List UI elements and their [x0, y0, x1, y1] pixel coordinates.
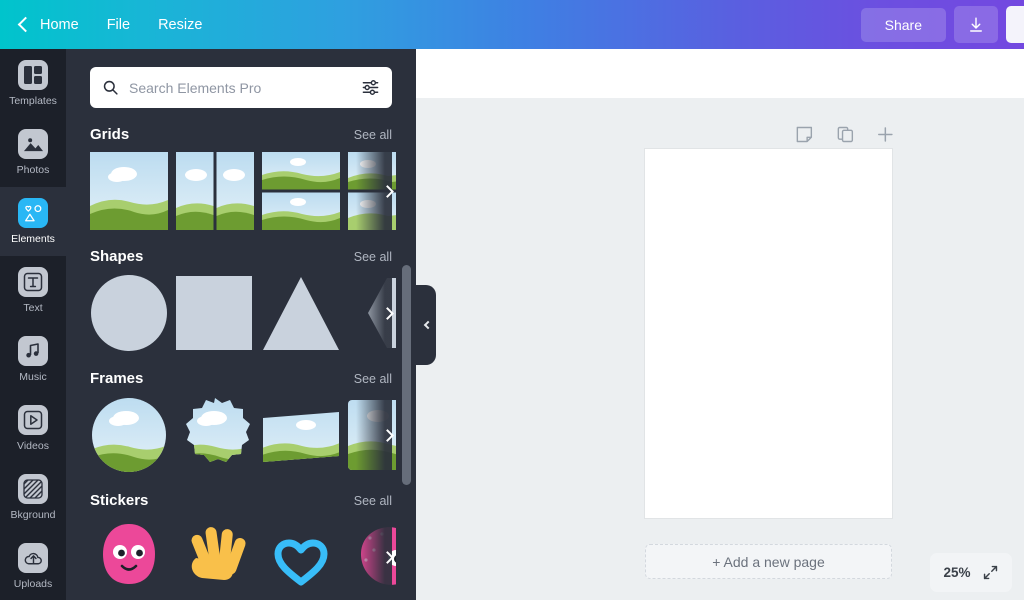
chevron-right-icon — [380, 184, 394, 198]
download-icon — [970, 17, 982, 32]
note-page-icon[interactable] — [795, 125, 814, 144]
sidebar-item-templates[interactable]: Templates — [0, 49, 66, 118]
uploads-icon — [18, 543, 48, 573]
download-button[interactable] — [954, 6, 998, 43]
share-button[interactable]: Share — [860, 7, 946, 42]
sidebar-label-text: Text — [23, 302, 43, 314]
shape-triangle[interactable] — [262, 274, 340, 352]
frames-row — [90, 396, 396, 474]
section-header-stickers: Stickers See all — [90, 492, 392, 509]
elements-icon — [18, 198, 48, 228]
sidebar-item-music[interactable]: Music — [0, 325, 66, 394]
chevron-right-icon — [380, 550, 394, 564]
sticker-heart[interactable] — [262, 518, 340, 596]
stickers-next-button[interactable] — [376, 546, 398, 568]
sidebar-item-uploads[interactable]: Uploads — [0, 532, 66, 600]
section-title-grids: Grids — [90, 126, 130, 143]
templates-icon — [18, 60, 48, 90]
sidebar-label-background: Bkground — [10, 509, 56, 521]
expand-arrows-icon[interactable] — [982, 564, 999, 581]
chevron-right-icon — [380, 428, 394, 442]
sidebar-item-background[interactable]: Bkground — [0, 463, 66, 532]
duplicate-page-icon[interactable] — [836, 125, 855, 144]
section-title-shapes: Shapes — [90, 248, 144, 265]
panel-collapse-handle[interactable] — [416, 285, 436, 365]
photos-icon — [18, 129, 48, 159]
header-right-actions: Share — [860, 6, 1024, 43]
app-header: Home File Resize Share — [0, 0, 1024, 49]
stickers-row — [90, 518, 396, 596]
chevron-right-icon — [380, 306, 394, 320]
section-frames: Frames See all — [66, 370, 416, 474]
sticker-blob[interactable] — [90, 518, 168, 596]
section-title-frames: Frames — [90, 370, 144, 387]
filter-sliders-icon[interactable] — [361, 78, 380, 97]
sidebar-label-uploads: Uploads — [13, 578, 53, 590]
videos-icon — [18, 405, 48, 435]
search-input[interactable]: Search Elements Pro — [90, 67, 392, 108]
add-new-page-label: + Add a new page — [712, 553, 825, 570]
see-all-shapes[interactable]: See all — [354, 250, 392, 264]
menu-file[interactable]: File — [93, 11, 144, 39]
frames-next-button[interactable] — [376, 424, 398, 446]
chevron-left-icon — [17, 16, 34, 33]
frame-circle[interactable] — [90, 396, 168, 474]
search-icon — [103, 80, 118, 95]
grid-item[interactable] — [176, 152, 254, 230]
section-grids: Grids See all — [66, 126, 416, 230]
sidebar-label-music: Music — [19, 371, 47, 383]
sidebar-item-elements[interactable]: Elements — [0, 187, 66, 256]
sticker-hand[interactable] — [176, 518, 254, 596]
shape-circle[interactable] — [90, 274, 168, 352]
grid-item[interactable] — [262, 152, 340, 230]
section-stickers: Stickers See all — [66, 492, 416, 596]
section-header-frames: Frames See all — [90, 370, 392, 387]
see-all-grids[interactable]: See all — [354, 128, 392, 142]
sidebar-label-templates: Templates — [9, 95, 57, 107]
see-all-frames[interactable]: See all — [354, 372, 392, 386]
shapes-next-button[interactable] — [376, 302, 398, 324]
text-icon — [18, 267, 48, 297]
sidebar-item-videos[interactable]: Videos — [0, 394, 66, 463]
shape-square[interactable] — [176, 274, 254, 352]
zoom-level-value: 25% — [943, 565, 971, 580]
section-shapes: Shapes See all — [66, 248, 416, 352]
frame-rect[interactable] — [262, 396, 340, 474]
shapes-row — [90, 274, 396, 352]
page-tools — [795, 123, 895, 145]
add-page-plus-icon[interactable] — [876, 125, 895, 144]
zoom-control[interactable]: 25% — [930, 553, 1012, 592]
home-button[interactable]: Home — [14, 11, 93, 39]
design-page-canvas[interactable] — [645, 149, 892, 518]
elements-panel: Search Elements Pro Grids See all Shapes… — [66, 49, 416, 600]
chevron-left-icon — [423, 320, 432, 330]
music-icon — [18, 336, 48, 366]
section-header-grids: Grids See all — [90, 126, 392, 143]
grid-item[interactable] — [90, 152, 168, 230]
menu-resize[interactable]: Resize — [144, 11, 216, 39]
overflow-button[interactable] — [1006, 6, 1024, 43]
see-all-stickers[interactable]: See all — [354, 494, 392, 508]
section-title-stickers: Stickers — [90, 492, 149, 509]
sidebar-item-text[interactable]: Text — [0, 256, 66, 325]
grids-next-button[interactable] — [376, 180, 398, 202]
search-area: Search Elements Pro — [66, 49, 416, 108]
panel-scrollbar-thumb[interactable] — [402, 265, 411, 485]
search-placeholder: Search Elements Pro — [129, 79, 262, 96]
sidebar-label-videos: Videos — [17, 440, 49, 452]
grids-row — [90, 152, 396, 230]
sidebar-item-photos[interactable]: Photos — [0, 118, 66, 187]
sidebar-label-photos: Photos — [16, 164, 50, 176]
canvas-toolbar — [416, 49, 1024, 98]
background-icon — [18, 474, 48, 504]
home-label: Home — [40, 16, 79, 33]
sidebar-label-elements: Elements — [11, 233, 55, 245]
add-new-page-button[interactable]: + Add a new page — [645, 544, 892, 579]
sidebar-rail: Templates Photos Elements Text Music Vid… — [0, 49, 66, 600]
section-header-shapes: Shapes See all — [90, 248, 392, 265]
header-left-menu: Home File Resize — [0, 11, 216, 39]
frame-scallop[interactable] — [176, 396, 254, 474]
